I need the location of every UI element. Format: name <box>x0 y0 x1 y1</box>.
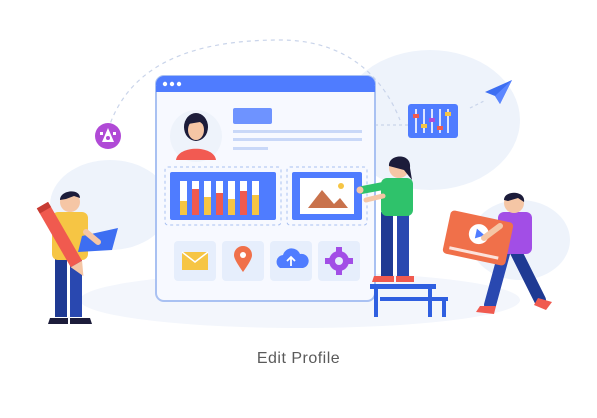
image-icon <box>292 172 362 220</box>
text-line <box>233 138 362 141</box>
browser-window <box>155 75 376 302</box>
gear-icon <box>318 241 360 281</box>
sliders-icon <box>408 104 458 138</box>
avatar <box>170 110 222 162</box>
window-dots <box>162 81 182 87</box>
caption: Edit Profile <box>256 350 341 367</box>
pen-tool-icon <box>95 123 121 149</box>
text-line <box>233 130 362 133</box>
location-pin-icon <box>222 241 264 281</box>
profile-name-bar <box>233 108 272 124</box>
text-line <box>233 147 268 150</box>
mail-icon <box>174 241 216 281</box>
cloud-upload-icon <box>270 241 312 281</box>
